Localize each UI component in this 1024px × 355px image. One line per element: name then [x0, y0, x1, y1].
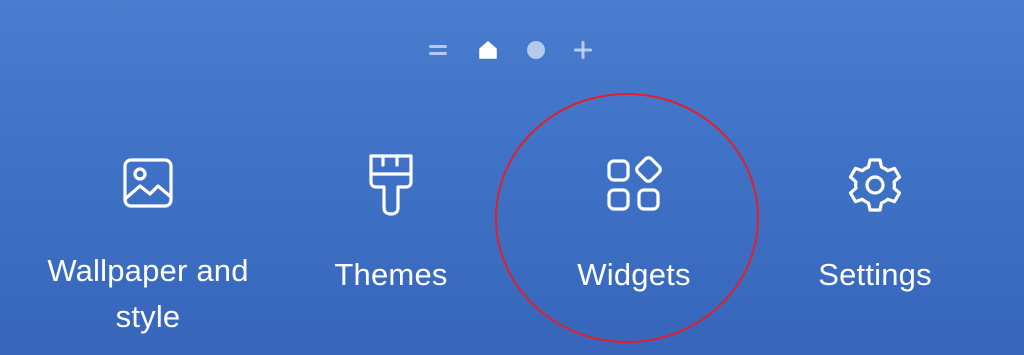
home-icon[interactable] — [474, 36, 502, 64]
widgets-button[interactable]: Widgets — [514, 150, 754, 340]
gear-icon — [845, 150, 905, 220]
menu-lines-icon[interactable] — [424, 36, 452, 64]
image-icon — [118, 150, 178, 216]
settings-button[interactable]: Settings — [755, 150, 995, 340]
themes-label: Themes — [334, 257, 448, 292]
page-indicator — [424, 36, 604, 64]
wallpaper-and-style-label: Wallpaper and style — [47, 253, 249, 334]
themes-button[interactable]: Themes — [271, 150, 511, 340]
paint-brush-icon — [361, 150, 421, 220]
settings-label: Settings — [818, 257, 932, 292]
widgets-grid-icon — [604, 150, 664, 220]
widgets-label: Widgets — [577, 257, 691, 292]
wallpaper-and-style-button[interactable]: Wallpaper and style — [28, 150, 268, 340]
dot-icon[interactable] — [522, 36, 550, 64]
plus-icon[interactable] — [569, 36, 597, 64]
